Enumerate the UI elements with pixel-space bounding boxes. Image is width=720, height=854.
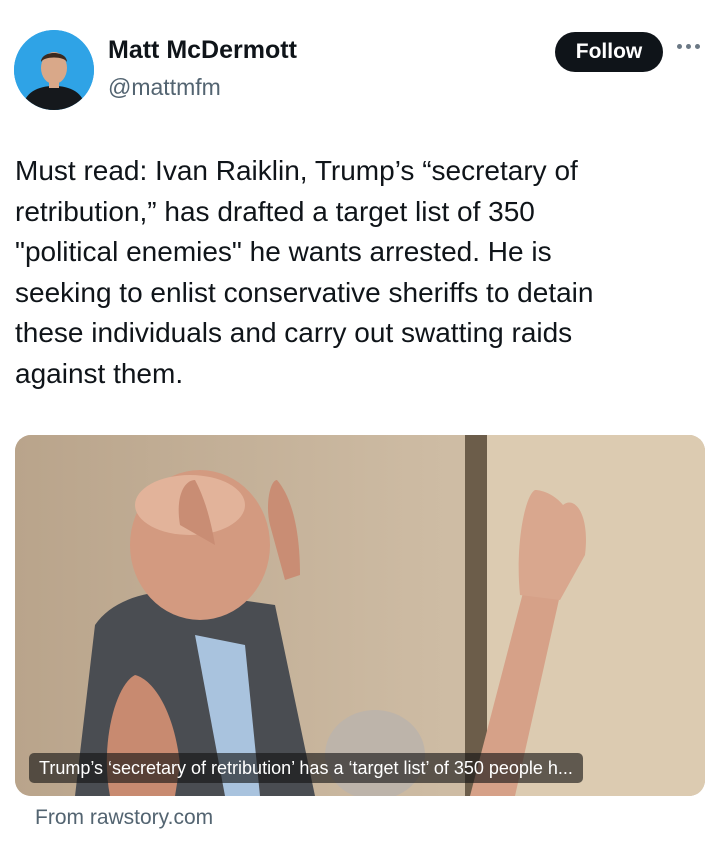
author-handle[interactable]: @mattmfm bbox=[108, 74, 221, 101]
profile-photo-icon bbox=[14, 30, 94, 110]
link-card-source[interactable]: From rawstory.com bbox=[35, 806, 213, 830]
news-photo bbox=[15, 435, 705, 796]
link-card-image[interactable] bbox=[15, 435, 705, 796]
avatar[interactable] bbox=[14, 30, 94, 110]
link-card-caption[interactable]: Trump’s ‘secretary of retribution’ has a… bbox=[29, 753, 583, 783]
author-name[interactable]: Matt McDermott bbox=[108, 36, 297, 65]
tweet-text: Must read: Ivan Raiklin, Trump’s “secret… bbox=[15, 155, 594, 389]
follow-button[interactable]: Follow bbox=[555, 32, 663, 72]
more-options-icon[interactable] bbox=[677, 40, 705, 52]
